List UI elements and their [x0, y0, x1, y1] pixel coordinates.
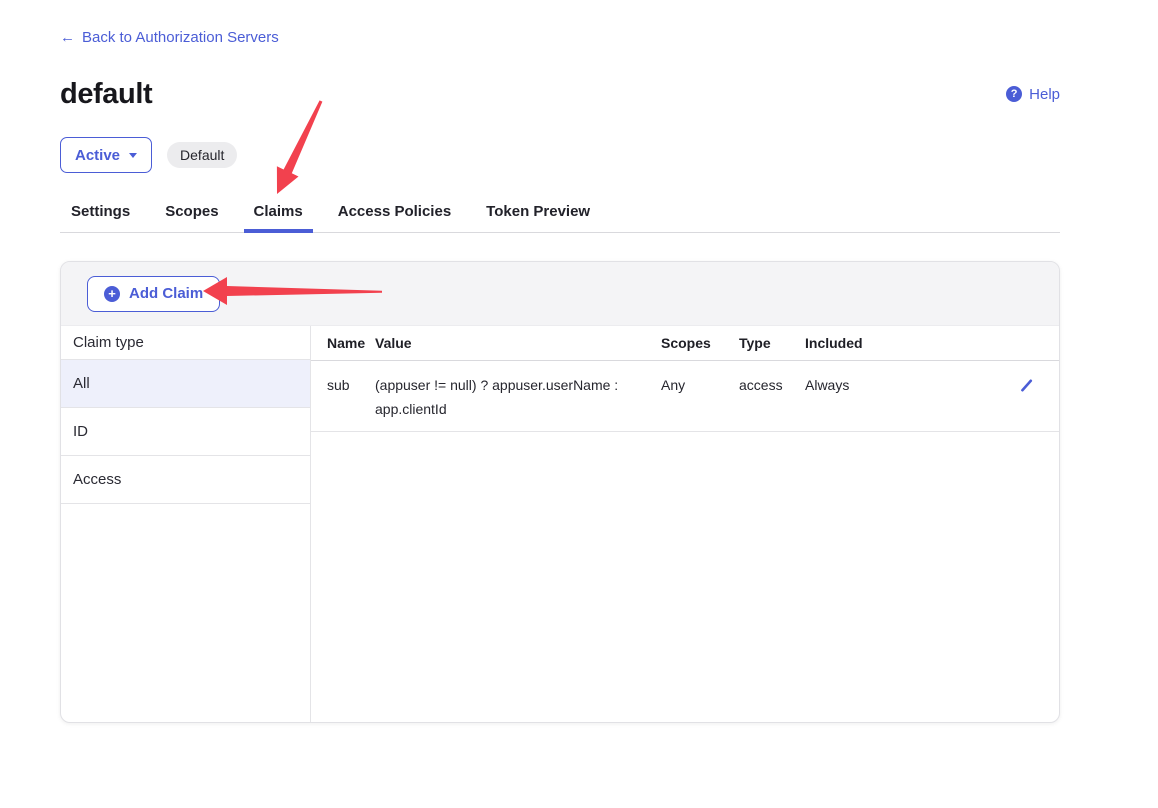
tab-token-preview[interactable]: Token Preview: [486, 204, 590, 232]
claims-table: Name Value Scopes Type Included sub (app…: [311, 326, 1059, 432]
claims-panel: + Add Claim Claim type All ID Access: [60, 261, 1060, 723]
chevron-down-icon: [129, 153, 137, 158]
cell-value: (appuser != null) ? appuser.userName : a…: [375, 360, 661, 431]
cell-name: sub: [311, 360, 375, 431]
tab-claims[interactable]: Claims: [254, 204, 303, 232]
add-claim-button[interactable]: + Add Claim: [87, 276, 220, 312]
claim-type-sidebar: Claim type All ID Access: [61, 326, 311, 723]
cell-actions: [945, 360, 1059, 431]
help-link[interactable]: ? Help: [1006, 86, 1060, 103]
back-link-label: Back to Authorization Servers: [82, 30, 279, 46]
cell-type: access: [739, 360, 805, 431]
cell-scopes: Any: [661, 360, 739, 431]
help-label: Help: [1029, 86, 1060, 103]
col-header-included: Included: [805, 326, 945, 360]
sidebar-item-id[interactable]: ID: [61, 408, 310, 456]
table-header-row: Name Value Scopes Type Included: [311, 326, 1059, 360]
claims-toolbar: + Add Claim: [61, 262, 1059, 326]
back-arrow-icon: ←: [60, 30, 75, 46]
col-header-value: Value: [375, 326, 661, 360]
col-header-actions: [945, 326, 1059, 360]
sidebar-item-access[interactable]: Access: [61, 456, 310, 504]
table-row: sub (appuser != null) ? appuser.userName…: [311, 360, 1059, 431]
page-title: default: [60, 78, 152, 111]
panel-body: Claim type All ID Access Name Value Sc: [61, 326, 1059, 723]
sidebar-item-all[interactable]: All: [61, 360, 310, 408]
tab-access-policies[interactable]: Access Policies: [338, 204, 451, 232]
col-header-scopes: Scopes: [661, 326, 739, 360]
plus-icon: +: [104, 286, 120, 302]
default-badge: Default: [167, 142, 237, 168]
edit-pencil-icon[interactable]: [1019, 377, 1035, 401]
tab-scopes[interactable]: Scopes: [165, 204, 218, 232]
col-header-name: Name: [311, 326, 375, 360]
status-label: Active: [75, 147, 120, 164]
tab-bar: Settings Scopes Claims Access Policies T…: [60, 204, 1060, 233]
title-row: default ? Help: [60, 77, 1060, 111]
question-icon: ?: [1006, 86, 1022, 102]
back-link[interactable]: ← Back to Authorization Servers: [60, 30, 279, 46]
cell-included: Always: [805, 360, 945, 431]
claim-type-header: Claim type: [61, 326, 310, 360]
tab-settings[interactable]: Settings: [71, 204, 130, 232]
claims-table-area: Name Value Scopes Type Included sub (app…: [311, 326, 1059, 723]
status-row: Active Default: [60, 137, 1060, 173]
add-claim-label: Add Claim: [129, 285, 203, 302]
page-content: ← Back to Authorization Servers default …: [60, 0, 1060, 723]
col-header-type: Type: [739, 326, 805, 360]
status-dropdown-button[interactable]: Active: [60, 137, 152, 173]
